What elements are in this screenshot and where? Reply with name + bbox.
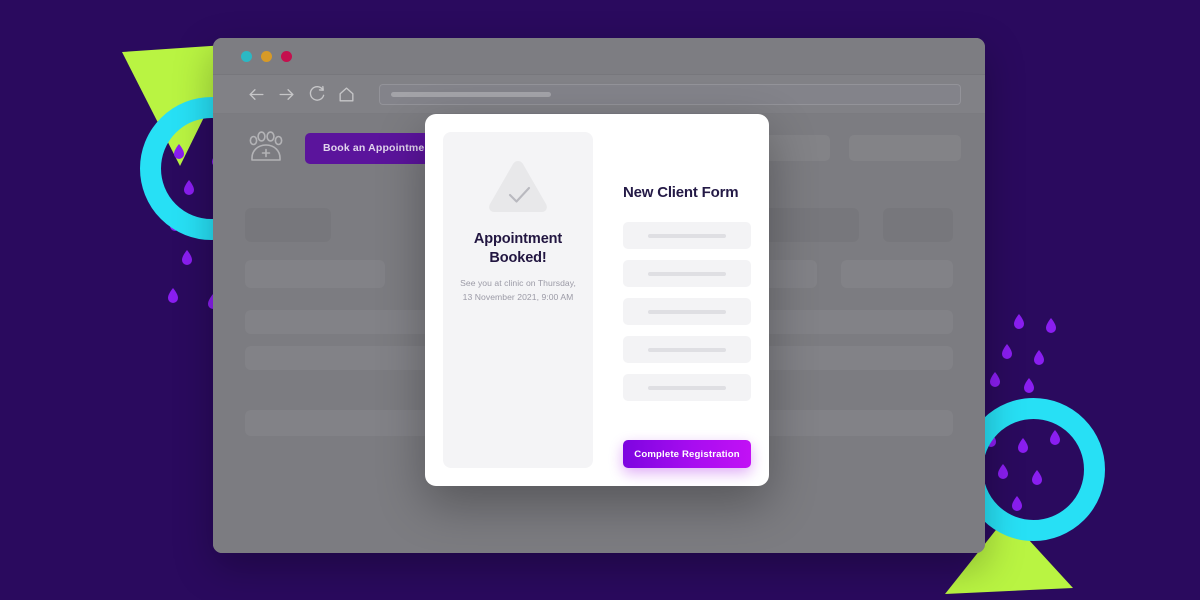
check-triangle-icon [485, 158, 551, 216]
close-light[interactable] [241, 50, 252, 62]
appointment-details-text: See you at clinic on Thursday, 13 Novemb… [460, 278, 576, 303]
browser-toolbar [213, 75, 985, 114]
content-placeholder-block [245, 260, 385, 288]
complete-registration-button[interactable]: Complete Registration [623, 440, 751, 468]
content-placeholder-block [841, 260, 953, 288]
appointment-booked-title: Appointment Booked! [473, 231, 563, 267]
field-placeholder-bar [648, 309, 726, 314]
browser-titlebar [213, 38, 985, 75]
back-arrow-icon[interactable] [247, 85, 266, 104]
appointment-confirmation-panel: Appointment Booked! See you at clinic on… [443, 132, 593, 468]
forward-arrow-icon[interactable] [277, 85, 296, 104]
address-bar-placeholder-bar [391, 91, 551, 97]
registration-modal: Appointment Booked! See you at clinic on… [425, 114, 769, 486]
address-bar[interactable] [379, 83, 961, 105]
nav-placeholder-2[interactable] [849, 135, 961, 161]
field-placeholder-bar [648, 271, 726, 276]
form-field-4[interactable] [623, 336, 751, 363]
minimize-light[interactable] [261, 50, 272, 62]
header-nav-placeholders [752, 135, 961, 161]
form-field-3[interactable] [623, 298, 751, 325]
reload-icon[interactable] [307, 85, 326, 104]
content-placeholder-block [245, 208, 331, 242]
form-field-1[interactable] [623, 222, 751, 249]
form-field-2[interactable] [623, 260, 751, 287]
new-client-form-title: New Client Form [623, 184, 739, 201]
screenshot-canvas: Book an Appointment Appointment Booked! … [0, 0, 1200, 600]
content-placeholder-block [883, 208, 953, 242]
field-placeholder-bar [648, 385, 726, 390]
home-icon[interactable] [337, 85, 356, 104]
field-placeholder-bar [648, 347, 726, 352]
maximize-light[interactable] [281, 50, 292, 62]
paw-plus-icon[interactable] [245, 127, 287, 169]
field-placeholder-bar [648, 233, 726, 238]
new-client-form-panel: New Client Form Complete Registration [593, 132, 751, 468]
form-field-5[interactable] [623, 374, 751, 401]
